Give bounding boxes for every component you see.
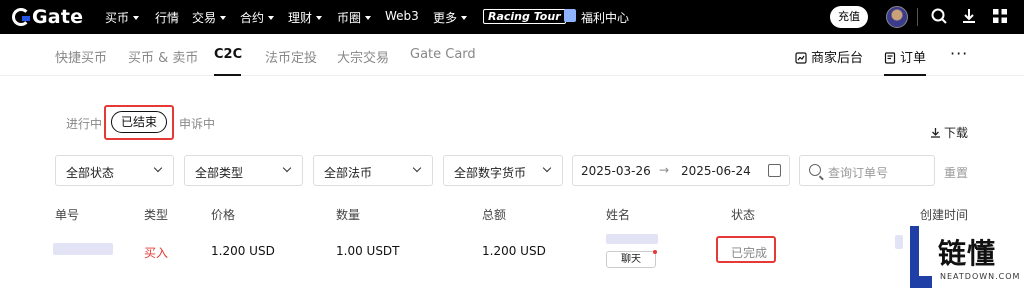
top-navbar: Gate 买币 行情 交易 合约 理财 币圈 Web3 更多 Racing To… [0,0,1024,34]
racing-tour-badge[interactable]: Racing Tour [483,9,566,24]
menu-web3[interactable]: Web3 [385,9,419,23]
tab-block-trade[interactable]: 大宗交易 [337,47,389,66]
orders-tab-indicator [884,74,926,76]
search-placeholder: 查询订单号 [828,166,889,180]
date-to[interactable]: 2025-06-24 [681,164,751,178]
tab-quick-buy[interactable]: 快捷买币 [55,47,107,66]
avatar[interactable] [886,6,908,28]
download-icon [931,128,940,138]
order-search-input[interactable]: 查询订单号 [799,155,935,186]
col-name: 姓名 [606,208,631,222]
calendar-icon[interactable] [768,164,781,177]
counterparty-name-redacted [606,234,658,244]
nav-divider [917,8,918,26]
menu-more[interactable]: 更多 [433,9,468,26]
chevron-down-icon [268,16,275,20]
order-price: 1.200 USD [211,244,275,258]
unread-dot [653,250,657,254]
created-time-redacted [895,235,903,249]
chevron-down-icon [220,16,227,20]
menu-earn[interactable]: 理财 [288,9,323,26]
col-status: 状态 [731,208,756,222]
col-created-time: 创建时间 [920,208,969,222]
reset-button[interactable]: 重置 [944,164,968,181]
gate-logo[interactable]: Gate [12,6,83,28]
menu-trade[interactable]: 交易 [192,9,227,26]
more-options-icon[interactable]: ··· [950,44,968,63]
col-price: 价格 [211,208,236,222]
filter-type-select[interactable]: 全部类型 [184,155,303,186]
chevron-down-icon [461,16,468,20]
chevron-down-icon [282,163,292,173]
col-type: 类型 [144,208,169,222]
logo-text: Gate [32,6,84,28]
chevron-down-icon [412,163,422,173]
chevron-down-icon [153,163,163,173]
order-id-redacted[interactable] [53,243,113,255]
search-icon[interactable] [930,7,948,25]
grid-icon[interactable] [991,7,1009,25]
chart-icon [795,52,807,64]
tab-c2c[interactable]: C2C [214,47,242,62]
col-quantity: 数量 [336,208,361,222]
download-icon[interactable] [960,7,978,25]
order-type: 买入 [144,246,169,260]
chat-button[interactable]: 聊天 [606,251,656,268]
tab-gate-card[interactable]: Gate Card [410,47,476,62]
chevron-down-icon [365,16,372,20]
search-icon [809,164,821,176]
col-total: 总额 [482,208,507,222]
filter-crypto-select[interactable]: 全部数字货币 [443,155,563,186]
arrow-right-icon: → [659,163,670,177]
order-quantity: 1.00 USDT [336,244,400,258]
highlight-box-ended-tab [104,105,174,140]
merchant-dashboard-link[interactable]: 商家后台 [795,47,863,66]
document-icon [884,52,896,64]
status-tab-appeal[interactable]: 申诉中 [179,115,215,132]
gate-logo-icon [12,8,30,26]
order-total: 1.200 USD [482,244,546,258]
chevron-down-icon [316,16,323,20]
filter-fiat-select[interactable]: 全部法币 [313,155,433,186]
watermark-logo-icon [910,226,932,288]
active-tab-indicator [214,74,241,76]
menu-futures[interactable]: 合约 [240,9,275,26]
chevron-down-icon [133,16,140,20]
col-order-id: 单号 [55,208,80,222]
tab-buy-sell[interactable]: 买币 & 卖币 [128,47,198,66]
chevron-down-icon [542,163,552,173]
download-button[interactable]: 下载 [930,124,968,141]
neatdown-watermark: 链懂 NEATDOWN.COM [906,222,1024,294]
menu-markets[interactable]: 行情 [155,9,179,26]
recharge-button[interactable]: 充值 [830,6,868,28]
c2c-subnav: 快捷买币 买币 & 卖币 C2C 法币定投 大宗交易 Gate Card 商家后… [0,34,1024,76]
menu-square[interactable]: 币圈 [337,9,372,26]
welfare-icon [564,9,576,22]
date-from[interactable]: 2025-03-26 [581,164,651,178]
tab-fiat-dca[interactable]: 法币定投 [265,47,317,66]
highlight-box-status [716,236,776,263]
welfare-center-link[interactable]: 福利中心 [581,9,629,26]
date-range-picker[interactable]: 2025-03-26 → 2025-06-24 [572,155,790,186]
menu-buy-crypto[interactable]: 买币 [105,9,140,26]
status-tab-in-progress[interactable]: 进行中 [66,115,102,132]
filter-status-select[interactable]: 全部状态 [55,155,174,186]
orders-link[interactable]: 订单 [884,47,926,66]
